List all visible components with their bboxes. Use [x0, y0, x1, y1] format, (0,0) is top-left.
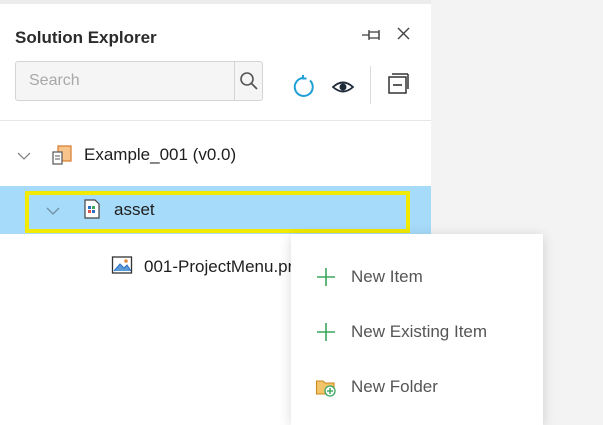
asset-folder-icon — [84, 199, 100, 219]
collapse-all-button[interactable] — [387, 72, 409, 96]
show-all-files-button[interactable] — [331, 76, 355, 98]
search-box — [15, 61, 263, 101]
collapse-all-icon — [388, 73, 409, 94]
context-menu: New Item New Existing Item New Folder — [291, 234, 543, 425]
image-file-icon — [111, 256, 133, 274]
menu-item-new-item[interactable]: New Item — [291, 255, 543, 299]
pin-button[interactable] — [360, 25, 384, 45]
chevron-down-icon[interactable] — [16, 148, 32, 164]
plus-icon — [317, 268, 335, 286]
close-button[interactable] — [394, 24, 414, 44]
plus-icon — [317, 323, 335, 341]
tree-item-label: asset — [114, 200, 155, 219]
tree-item-asset[interactable]: asset — [0, 186, 431, 234]
solution-icon — [52, 145, 72, 165]
tree-item-label: Example_001 (v0.0) — [84, 145, 237, 164]
eye-icon — [331, 81, 355, 93]
toolbar-divider — [370, 66, 371, 104]
pin-icon — [362, 30, 380, 40]
tree-item-label: 001-ProjectMenu.png — [144, 257, 307, 276]
search-button[interactable] — [234, 62, 263, 100]
menu-item-label: New Item — [351, 267, 423, 286]
toolbar-separator — [0, 120, 431, 121]
tree-item-root[interactable]: Example_001 (v0.0) — [0, 133, 431, 177]
menu-item-new-folder[interactable]: New Folder — [291, 365, 543, 409]
search-input[interactable] — [16, 62, 234, 100]
close-icon — [397, 27, 410, 40]
folder-add-icon — [315, 380, 336, 397]
chevron-down-icon[interactable] — [45, 203, 61, 219]
menu-item-label: New Folder — [351, 377, 438, 396]
refresh-button[interactable] — [290, 74, 316, 100]
menu-item-new-existing-item[interactable]: New Existing Item — [291, 310, 543, 354]
refresh-icon — [293, 75, 314, 97]
menu-item-label: New Existing Item — [351, 322, 488, 341]
search-icon — [240, 72, 258, 90]
panel-title: Solution Explorer — [15, 28, 157, 47]
